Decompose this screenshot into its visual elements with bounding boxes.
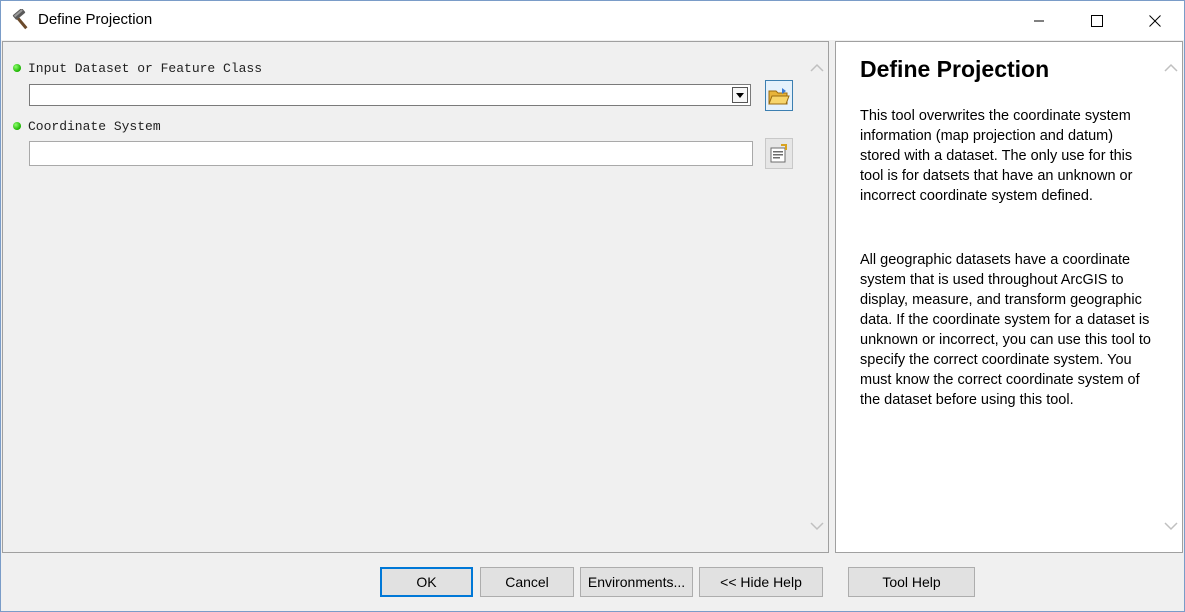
minimize-icon (1034, 20, 1044, 21)
define-projection-window: Define Projection Input Dataset or Featu… (0, 0, 1185, 612)
scroll-down-icon[interactable] (1163, 520, 1179, 532)
minimize-button[interactable] (1010, 1, 1068, 40)
environments-button[interactable]: Environments... (580, 567, 693, 597)
required-indicator-icon (13, 64, 21, 72)
close-icon (1149, 14, 1161, 27)
parameters-pane: Input Dataset or Feature Class Coordinat… (2, 41, 829, 553)
ok-button[interactable]: OK (380, 567, 473, 597)
input-dataset-label: Input Dataset or Feature Class (28, 61, 263, 76)
scroll-down-icon[interactable] (809, 520, 825, 532)
close-button[interactable] (1126, 1, 1184, 40)
window-title: Define Projection (38, 11, 153, 28)
scroll-up-icon[interactable] (1163, 62, 1179, 74)
title-bar[interactable]: Define Projection (1, 1, 1184, 40)
help-pane: Define Projection This tool overwrites t… (835, 41, 1183, 553)
spatial-reference-properties-button[interactable] (765, 138, 793, 169)
input-dataset-combobox[interactable] (29, 84, 751, 106)
cancel-button[interactable]: Cancel (480, 567, 574, 597)
tool-help-button[interactable]: Tool Help (848, 567, 975, 597)
coordinate-system-label: Coordinate System (28, 119, 161, 134)
hammer-icon (11, 8, 33, 31)
required-indicator-icon (13, 122, 21, 130)
help-paragraph: All geographic datasets have a coordinat… (860, 252, 1151, 408)
hide-help-button[interactable]: << Hide Help (699, 567, 823, 597)
browse-folder-button[interactable] (765, 80, 793, 111)
open-folder-icon (768, 87, 790, 104)
maximize-button[interactable] (1068, 1, 1126, 40)
help-title: Define Projection (860, 56, 1050, 82)
maximize-icon (1091, 14, 1103, 27)
scroll-up-icon[interactable] (809, 62, 825, 74)
help-paragraph: This tool overwrites the coordinate syst… (860, 108, 1133, 204)
coordinate-system-field[interactable] (29, 141, 753, 166)
dropdown-arrow-icon[interactable] (732, 87, 748, 103)
properties-sheet-icon (770, 143, 787, 162)
